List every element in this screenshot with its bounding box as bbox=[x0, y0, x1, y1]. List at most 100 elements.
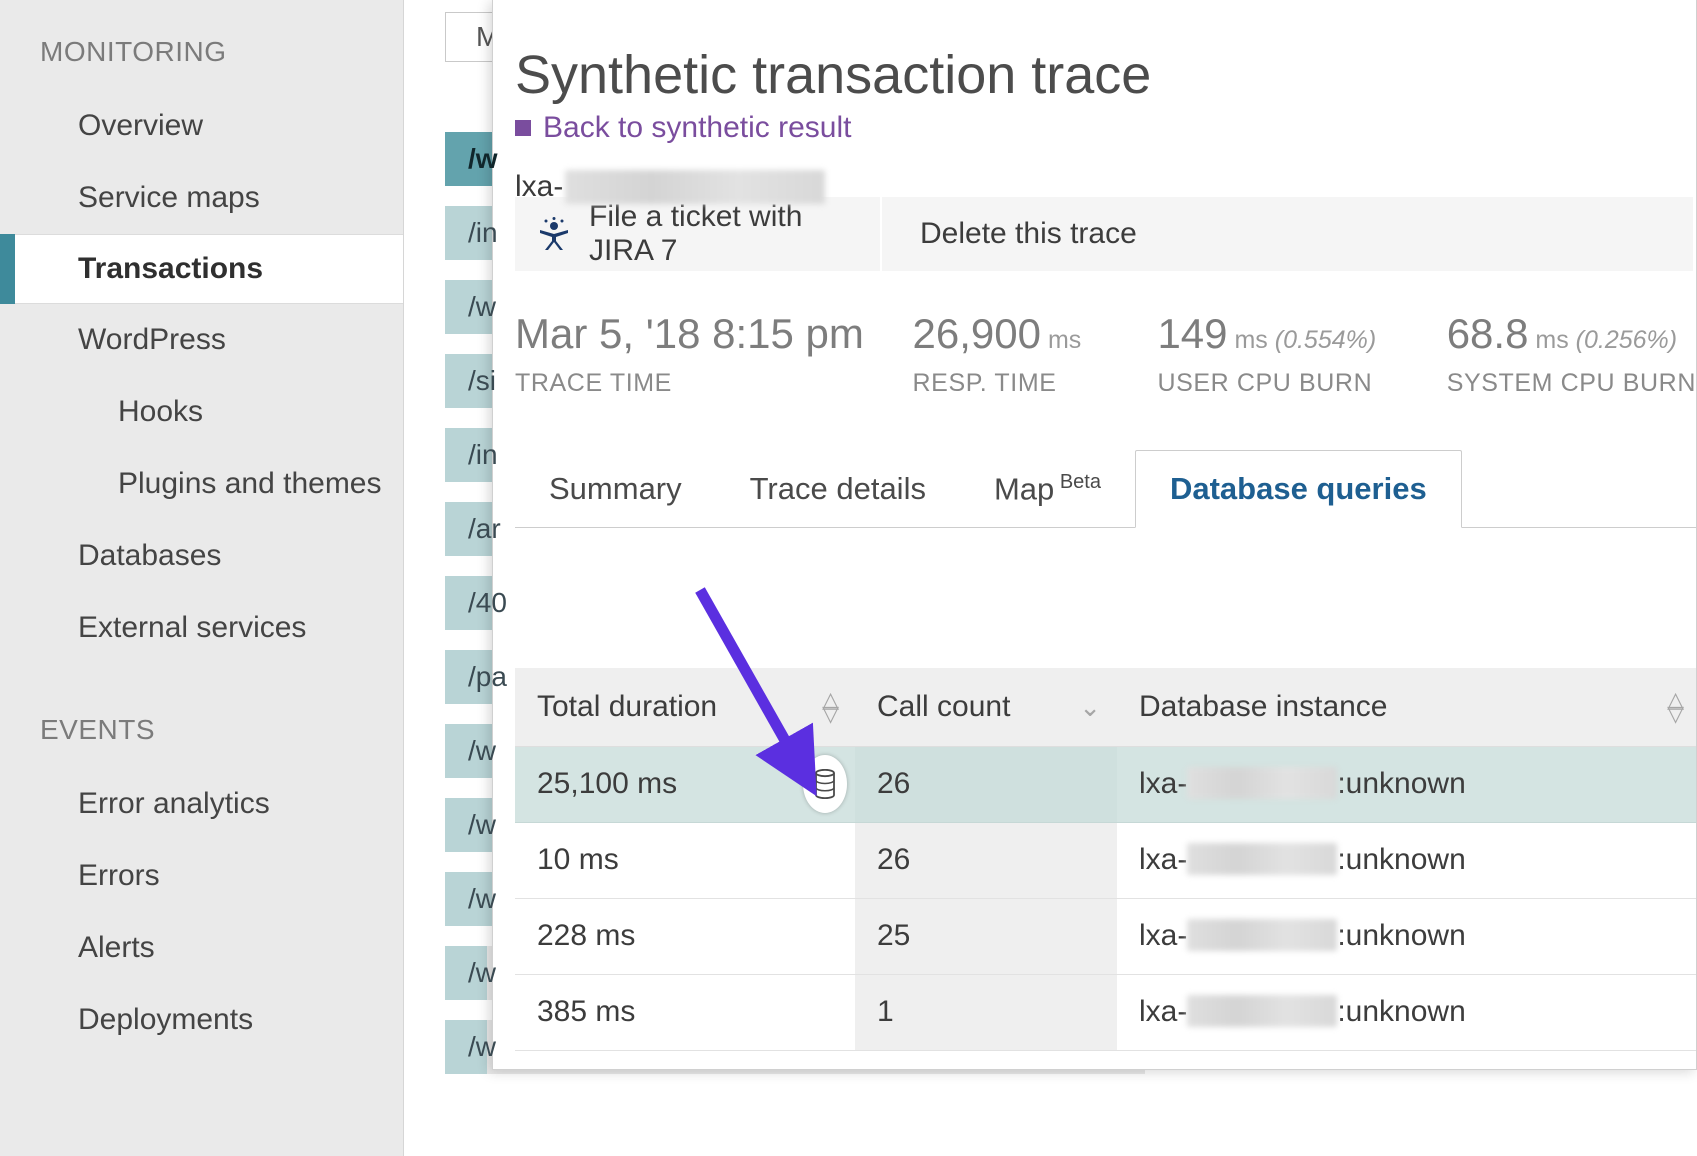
cell-call-count: 26 bbox=[855, 746, 1117, 822]
metric-value: 26,900 ms bbox=[913, 313, 1110, 355]
column-header-total-duration[interactable]: Total duration △▽ bbox=[515, 668, 855, 746]
transaction-row-label: /in bbox=[445, 439, 498, 471]
metric-percent: (0.256%) bbox=[1569, 326, 1677, 354]
sidebar-item-transactions[interactable]: Transactions bbox=[0, 234, 403, 304]
sidebar-item-alerts[interactable]: Alerts bbox=[0, 912, 403, 984]
database-icon[interactable] bbox=[803, 755, 847, 813]
metric-unit: ms bbox=[1528, 326, 1568, 354]
redacted-instance-name bbox=[1187, 919, 1337, 951]
page-title: Synthetic transaction trace bbox=[493, 0, 1696, 105]
tab-summary[interactable]: Summary bbox=[515, 471, 716, 527]
tab-label: Summary bbox=[549, 471, 682, 506]
metric-percent: (0.554%) bbox=[1268, 326, 1376, 354]
back-link-label: Back to synthetic result bbox=[543, 111, 851, 145]
sidebar-item-hooks[interactable]: Hooks bbox=[0, 376, 403, 448]
transaction-row-label: /w bbox=[445, 883, 496, 915]
trace-toolbar: File a ticket with JIRA 7 Delete this tr… bbox=[515, 197, 1695, 271]
sidebar-item-service-maps[interactable]: Service maps bbox=[0, 162, 403, 234]
cell-total-duration: 228 ms bbox=[515, 898, 855, 974]
trace-host-label: lxa- bbox=[493, 145, 1696, 187]
file-jira-ticket-label: File a ticket with JIRA 7 bbox=[589, 200, 850, 268]
tab-trace-details[interactable]: Trace details bbox=[716, 471, 960, 527]
redacted-instance-name bbox=[1187, 995, 1337, 1027]
sort-updown-icon[interactable]: △▽ bbox=[822, 694, 839, 720]
instance-suffix: :unknown bbox=[1337, 767, 1465, 800]
jira-icon bbox=[537, 217, 571, 251]
sidebar-item-databases[interactable]: Databases bbox=[0, 520, 403, 592]
trace-metrics: Mar 5, '18 8:15 pmTRACE TIME26,900 msRES… bbox=[515, 271, 1696, 398]
cell-database-instance: lxa- :unknown bbox=[1117, 746, 1697, 822]
metric-system-cpu-burn: 68.8 ms (0.256%)SYSTEM CPU BURN bbox=[1447, 313, 1696, 398]
metric-resp-time: 26,900 msRESP. TIME bbox=[913, 313, 1110, 398]
instance-prefix: lxa- bbox=[1139, 767, 1187, 800]
transaction-row-label: /w bbox=[445, 809, 496, 841]
cell-total-duration: 25,100 ms bbox=[515, 746, 855, 822]
column-header-label: Total duration bbox=[537, 690, 717, 723]
metric-value: 149 ms (0.554%) bbox=[1157, 313, 1398, 355]
sort-updown-icon[interactable]: △▽ bbox=[1667, 694, 1684, 720]
table-body: 25,100 ms26lxa-:unknown10 ms26lxa-:unkno… bbox=[515, 746, 1697, 1050]
back-square-icon bbox=[515, 120, 531, 136]
back-to-synthetic-result-link[interactable]: Back to synthetic result bbox=[493, 105, 1696, 145]
table-row[interactable]: 385 ms 1lxa-:unknown bbox=[515, 974, 1697, 1050]
sidebar-section-events: EVENTS Error analytics Errors Alerts Dep… bbox=[0, 714, 403, 1056]
metric-value: 68.8 ms (0.256%) bbox=[1447, 313, 1696, 355]
transaction-row-label: /w bbox=[445, 735, 496, 767]
sidebar-item-error-analytics[interactable]: Error analytics bbox=[0, 768, 403, 840]
cell-call-count: 25 bbox=[855, 898, 1117, 974]
cell-call-count: 26 bbox=[855, 822, 1117, 898]
column-header-label: Database instance bbox=[1139, 690, 1388, 723]
total-duration-value: 385 ms bbox=[537, 995, 635, 1028]
chevron-down-icon[interactable]: ⌄ bbox=[1079, 698, 1101, 716]
tab-label: Database queries bbox=[1170, 471, 1427, 506]
sidebar-item-errors[interactable]: Errors bbox=[0, 840, 403, 912]
sidebar-section-monitoring: MONITORING Overview Service maps Transac… bbox=[0, 36, 403, 664]
cell-database-instance: lxa-:unknown bbox=[1117, 974, 1697, 1050]
sidebar-item-plugins-and-themes[interactable]: Plugins and themes bbox=[0, 448, 403, 520]
metric-unit: ms bbox=[1228, 326, 1268, 354]
transaction-row-label: /w bbox=[445, 291, 496, 323]
database-queries-table: Total duration △▽ Call count ⌄ Database inst… bbox=[515, 668, 1697, 1051]
transaction-row-label: /ar bbox=[445, 513, 501, 545]
tab-label: Map bbox=[994, 471, 1054, 506]
trace-tabs: Summary Trace detailsMap Beta Database que… bbox=[515, 450, 1697, 528]
tab-map[interactable]: Map Beta bbox=[960, 471, 1135, 527]
metric-user-cpu-burn: 149 ms (0.554%)USER CPU BURN bbox=[1157, 313, 1398, 398]
transaction-row-label: /40 bbox=[445, 587, 507, 619]
table-row[interactable]: 228 ms25lxa-:unknown bbox=[515, 898, 1697, 974]
sidebar: MONITORING Overview Service maps Transac… bbox=[0, 0, 404, 1156]
transaction-row-label: /w bbox=[445, 1031, 496, 1063]
sidebar-item-wordpress[interactable]: WordPress bbox=[0, 304, 403, 376]
metric-label: SYSTEM CPU BURN bbox=[1447, 355, 1696, 398]
table-header-row: Total duration △▽ Call count ⌄ Database inst… bbox=[515, 668, 1697, 746]
sidebar-section-title-monitoring: MONITORING bbox=[0, 36, 403, 68]
sidebar-item-deployments[interactable]: Deployments bbox=[0, 984, 403, 1056]
table-row[interactable]: 25,100 ms26 lxa- :unknown bbox=[515, 746, 1697, 822]
cell-total-duration: 385 ms bbox=[515, 974, 855, 1050]
sidebar-item-overview[interactable]: Overview bbox=[0, 90, 403, 162]
delete-trace-button[interactable]: Delete this trace bbox=[882, 197, 1695, 271]
redacted-instance-name bbox=[1187, 843, 1337, 875]
instance-prefix: lxa- bbox=[1139, 843, 1187, 876]
metric-label: USER CPU BURN bbox=[1157, 355, 1398, 398]
sidebar-item-external-services[interactable]: External services bbox=[0, 592, 403, 664]
transaction-row-label: /in bbox=[445, 217, 498, 249]
column-header-call-count[interactable]: Call count ⌄ bbox=[855, 668, 1117, 746]
tab-database-queries[interactable]: Database queries bbox=[1135, 450, 1462, 528]
synthetic-transaction-trace-modal: Synthetic transaction trace Back to synt… bbox=[492, 0, 1697, 1070]
cell-total-duration: 10 ms bbox=[515, 822, 855, 898]
total-duration-value: 10 ms bbox=[537, 843, 619, 876]
sidebar-section-title-events: EVENTS bbox=[0, 714, 403, 746]
file-jira-ticket-button[interactable]: File a ticket with JIRA 7 bbox=[515, 197, 882, 271]
transaction-row-label: /si bbox=[445, 365, 496, 397]
transaction-row-label: /w bbox=[445, 143, 498, 175]
instance-suffix: :unknown bbox=[1337, 843, 1465, 876]
cell-call-count: 1 bbox=[855, 974, 1117, 1050]
metric-label: RESP. TIME bbox=[913, 355, 1110, 398]
column-header-database-instance[interactable]: Database instance △▽ bbox=[1117, 668, 1697, 746]
metric-label: TRACE TIME bbox=[515, 355, 865, 398]
column-header-label: Call count bbox=[877, 690, 1010, 723]
instance-prefix: lxa- bbox=[1139, 995, 1187, 1028]
table-row[interactable]: 10 ms 26 lxa- :unknown bbox=[515, 822, 1697, 898]
total-duration-value: 228 ms bbox=[537, 919, 635, 952]
